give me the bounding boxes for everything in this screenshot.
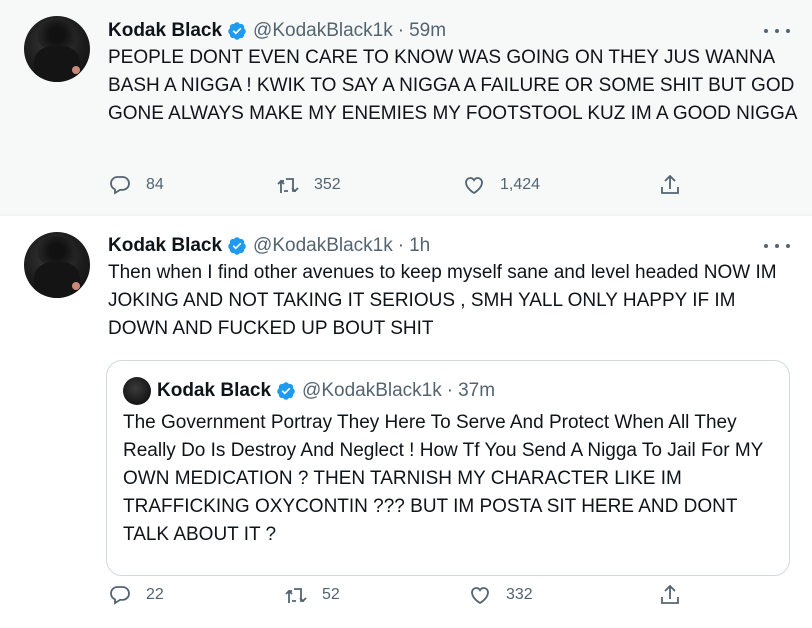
timestamp[interactable]: 59m: [409, 20, 446, 42]
author-name[interactable]: Kodak Black: [108, 235, 222, 257]
heart-icon: [465, 177, 483, 195]
tweet-actions: 84 352 1,424: [108, 172, 698, 198]
quoted-author-name: Kodak Black: [157, 380, 272, 401]
retweet-count: 52: [322, 586, 340, 603]
verified-badge-icon: [228, 22, 246, 40]
more-icon[interactable]: [764, 21, 790, 41]
more-icon[interactable]: [764, 236, 790, 256]
reply-button[interactable]: 84: [108, 172, 164, 198]
quoted-tweet[interactable]: Kodak Black @KodakBlack1k · 37m The Gove…: [106, 360, 790, 576]
separator: ·: [397, 20, 405, 41]
verified-badge-icon: [277, 382, 295, 400]
retweet-count: 352: [314, 176, 341, 193]
tweet-text: PEOPLE DONT EVEN CARE TO KNOW WAS GOING …: [108, 47, 798, 124]
author-handle[interactable]: @KodakBlack1k: [253, 20, 393, 42]
quoted-tweet-text: The Government Portray They Here To Serv…: [123, 412, 763, 545]
separator: ·: [446, 380, 454, 401]
quoted-timestamp: 37m: [458, 380, 496, 401]
quoted-avatar: [123, 377, 151, 405]
reply-icon: [110, 586, 130, 605]
avatar[interactable]: [24, 16, 90, 82]
tweet-header: Kodak Black @KodakBlack1k · 59m: [108, 18, 446, 44]
author-name[interactable]: Kodak Black: [108, 20, 222, 42]
tweet-actions: 22 52 332: [108, 582, 698, 608]
like-count: 332: [506, 586, 533, 603]
retweet-button[interactable]: 352: [276, 172, 341, 198]
quoted-author-handle: @KodakBlack1k: [302, 380, 442, 401]
like-count: 1,424: [500, 176, 541, 193]
tweet[interactable]: Kodak Black @KodakBlack1k · 1h Then when…: [0, 216, 812, 628]
tweet-header: Kodak Black @KodakBlack1k · 1h: [108, 233, 430, 259]
reply-icon: [110, 176, 130, 195]
share-button[interactable]: [658, 172, 682, 198]
author-handle[interactable]: @KodakBlack1k: [253, 235, 393, 257]
reply-count: 84: [146, 176, 164, 193]
retweet-icon: [285, 588, 307, 603]
heart-icon: [471, 587, 489, 605]
retweet-icon: [277, 178, 299, 193]
verified-badge-icon: [228, 237, 246, 255]
tweet-text: Then when I find other avenues to keep m…: [108, 262, 777, 339]
tweet[interactable]: Kodak Black @KodakBlack1k · 59m PEOPLE D…: [0, 0, 812, 214]
quoted-tweet-header: Kodak Black @KodakBlack1k · 37m: [157, 377, 495, 405]
like-button[interactable]: 1,424: [462, 172, 540, 198]
timestamp[interactable]: 1h: [409, 235, 430, 257]
avatar[interactable]: [24, 232, 90, 298]
like-button[interactable]: 332: [468, 582, 533, 608]
reply-count: 22: [146, 586, 164, 603]
retweet-button[interactable]: 52: [284, 582, 340, 608]
share-icon: [661, 584, 679, 604]
share-icon: [661, 174, 679, 194]
reply-button[interactable]: 22: [108, 582, 164, 608]
separator: ·: [397, 235, 405, 256]
share-button[interactable]: [658, 582, 682, 608]
